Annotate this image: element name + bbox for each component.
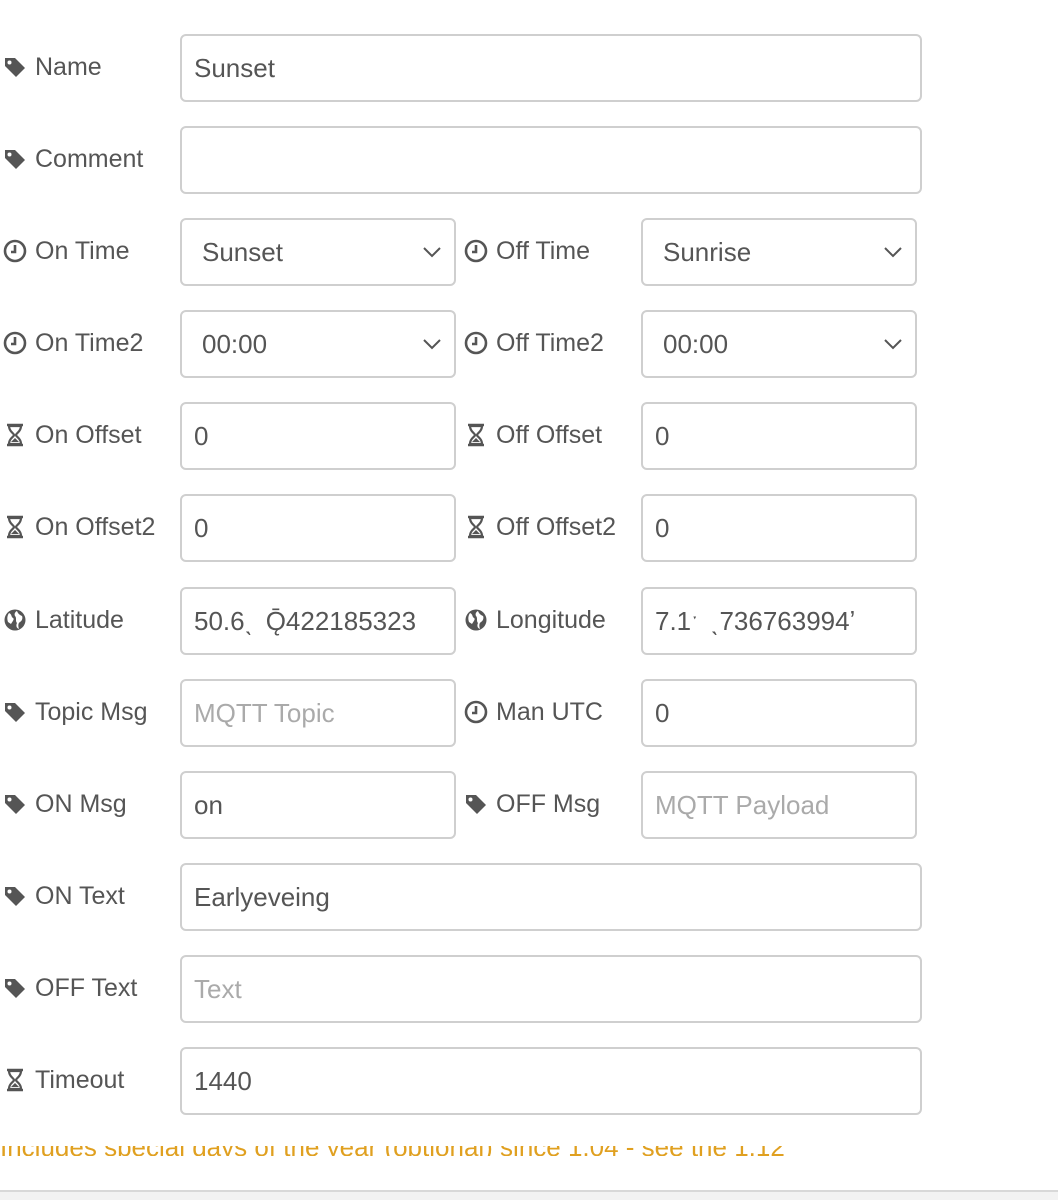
off-time2-value: 00:00 [663, 328, 729, 359]
on-time-label-wrap: On Time [3, 234, 129, 268]
off-offset2-label-wrap: Off Offset2 [464, 510, 616, 544]
on-time-label: On Time [35, 236, 130, 265]
longitude-label-wrap: Longitude [464, 603, 606, 637]
on-text-label: ON Text [35, 881, 125, 910]
off-time2-label-wrap: Off Time2 [464, 326, 604, 360]
dialog-footer [0, 1190, 1058, 1200]
longitude-input[interactable] [641, 587, 917, 655]
off-msg-label: OFF Msg [496, 789, 601, 818]
hourglass-icon [464, 515, 488, 539]
off-time-label-wrap: Off Time [464, 234, 590, 268]
globe-icon [464, 608, 488, 632]
hourglass-icon [3, 515, 27, 539]
off-text-input[interactable] [180, 955, 922, 1023]
off-msg-label-wrap: OFF Msg [464, 787, 600, 821]
hourglass-icon [3, 423, 27, 447]
tag-icon [3, 884, 27, 908]
timeout-label-wrap: Timeout [3, 1063, 124, 1097]
timeout-input[interactable] [180, 1047, 922, 1115]
off-offset2-label: Off Offset2 [496, 512, 616, 541]
clock-icon [464, 239, 488, 263]
on-time2-select[interactable]: 00:00 [180, 310, 456, 378]
latitude-label-wrap: Latitude [3, 603, 124, 637]
latitude-label: Latitude [35, 605, 124, 634]
on-time2-label: On Time2 [35, 328, 144, 357]
topic-msg-label: Topic Msg [35, 697, 148, 726]
on-time2-value: 00:00 [202, 328, 268, 359]
comment-input[interactable] [180, 126, 922, 194]
tag-icon [3, 792, 27, 816]
on-msg-label-wrap: ON Msg [3, 787, 127, 821]
off-time-value: Sunrise [663, 236, 752, 267]
off-offset-label-wrap: Off Offset [464, 418, 602, 452]
on-offset2-input[interactable] [180, 494, 456, 562]
latitude-input[interactable] [180, 587, 456, 655]
off-text-label: OFF Text [35, 973, 138, 1002]
man-utc-input[interactable] [641, 679, 917, 747]
longitude-label: Longitude [496, 605, 606, 634]
clock-icon [3, 331, 27, 355]
on-msg-label: ON Msg [35, 789, 127, 818]
chevron-down-icon [883, 334, 903, 354]
tag-icon [3, 700, 27, 724]
off-text-label-wrap: OFF Text [3, 971, 137, 1005]
name-input[interactable] [180, 34, 922, 102]
comment-label-wrap: Comment [3, 142, 143, 176]
on-time-select[interactable]: Sunset [180, 218, 456, 286]
name-label-wrap: Name [3, 50, 102, 84]
off-time2-label: Off Time2 [496, 328, 604, 357]
on-offset2-label: On Offset2 [35, 512, 156, 541]
on-text-input[interactable] [180, 863, 922, 931]
on-offset2-label-wrap: On Offset2 [3, 510, 155, 544]
clock-icon [464, 700, 488, 724]
man-utc-label-wrap: Man UTC [464, 695, 603, 729]
on-time-value: Sunset [202, 236, 283, 267]
tag-icon [464, 792, 488, 816]
chevron-down-icon [422, 334, 442, 354]
off-msg-input[interactable] [641, 771, 917, 839]
tag-icon [3, 147, 27, 171]
hourglass-icon [464, 423, 488, 447]
off-offset-input[interactable] [641, 402, 917, 470]
chevron-down-icon [422, 242, 442, 262]
topic-msg-label-wrap: Topic Msg [3, 695, 148, 729]
off-offset2-input[interactable] [641, 494, 917, 562]
comment-label: Comment [35, 144, 144, 173]
on-offset-label: On Offset [35, 420, 142, 449]
tag-icon [3, 55, 27, 79]
hourglass-icon [3, 1068, 27, 1092]
name-label: Name [35, 52, 102, 81]
globe-icon [3, 608, 27, 632]
chevron-down-icon [883, 242, 903, 262]
clock-icon [464, 331, 488, 355]
on-text-label-wrap: ON Text [3, 879, 125, 913]
on-offset-input[interactable] [180, 402, 456, 470]
off-time2-select[interactable]: 00:00 [641, 310, 917, 378]
off-offset-label: Off Offset [496, 420, 603, 449]
tag-icon [3, 976, 27, 1000]
version-note: Includes special days of the year (optio… [0, 1146, 1058, 1156]
topic-msg-input[interactable] [180, 679, 456, 747]
version-note-text: Includes special days of the year (optio… [0, 1146, 785, 1156]
man-utc-label: Man UTC [496, 697, 603, 726]
on-offset-label-wrap: On Offset [3, 418, 142, 452]
on-msg-input[interactable] [180, 771, 456, 839]
timeout-label: Timeout [35, 1065, 125, 1094]
off-time-select[interactable]: Sunrise [641, 218, 917, 286]
clock-icon [3, 239, 27, 263]
on-time2-label-wrap: On Time2 [3, 326, 143, 360]
off-time-label: Off Time [496, 236, 591, 265]
